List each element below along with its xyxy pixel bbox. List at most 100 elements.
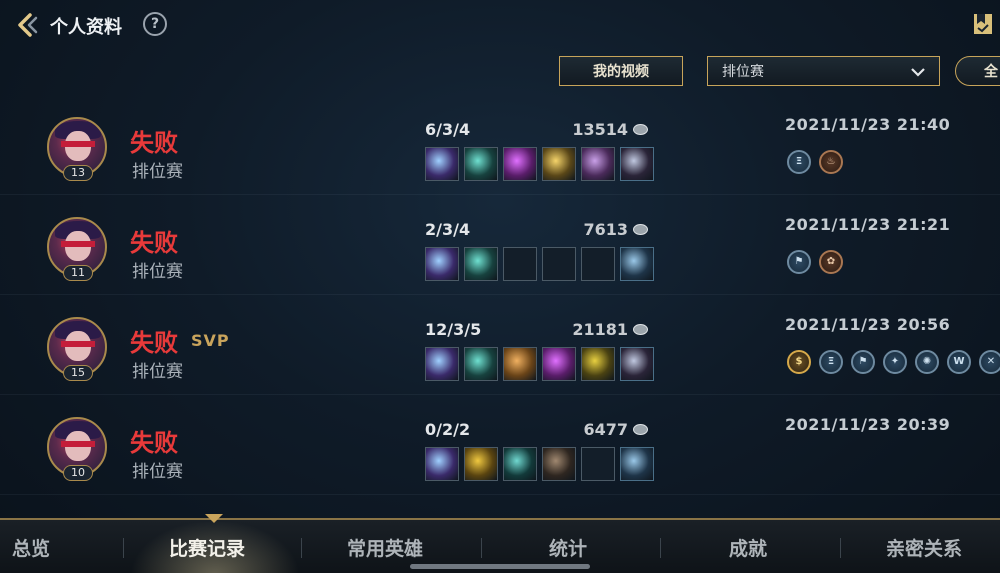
tab-overview[interactable]: 总览 [12,534,50,561]
kda-score: 12/3/5 [425,320,482,339]
empty-item-slot [581,447,615,481]
achievement-badge-icon: $ [787,350,811,374]
achievement-badge-icon: ✿ [819,250,843,274]
match-row[interactable]: 11 失败 排位赛 2/3/4 7613 2021/11/23 21:21 ⚑ ✿ [0,195,1000,295]
nav-divider [481,538,482,558]
gold-coin-icon [633,424,648,435]
achievement-badge-icon: ✺ [915,350,939,374]
gold-coin-icon [633,224,648,235]
hero-level-badge: 15 [63,365,93,381]
match-datetime: 2021/11/23 20:39 [785,415,951,434]
back-arrow-icon[interactable] [12,10,42,40]
item-icon [464,147,498,181]
gold-coin-icon [633,124,648,135]
hero-level-badge: 10 [63,465,93,481]
kda-score: 0/2/2 [425,420,471,439]
match-datetime: 2021/11/23 20:56 [785,315,951,334]
match-result: 失败 [130,329,178,357]
active-tab-pointer-icon [205,514,223,523]
mode-select[interactable]: 排位赛 [707,56,940,86]
page-title: 个人资料 [50,17,122,38]
tab-statistics[interactable]: 统计 [549,534,587,561]
item-icon [464,247,498,281]
match-row[interactable]: 10 失败 排位赛 0/2/2 6477 2021/11/23 20:39 [0,395,1000,495]
achievement-badges: Ξ ♨ [787,150,843,174]
item-icon [542,147,576,181]
gold-earned: 6477 [583,420,628,439]
bottom-nav: 总览 比赛记录 常用英雄 统计 成就 亲密关系 [0,514,1000,573]
empty-item-slot [542,247,576,281]
gold-earned: 13514 [572,120,628,139]
nav-divider [301,538,302,558]
empty-item-slot [581,247,615,281]
item-icon [581,147,615,181]
trinket-item-icon [620,347,654,381]
hero-level-badge: 11 [63,265,93,281]
achievement-badge-icon: ✦ [883,350,907,374]
item-icon [425,347,459,381]
achievement-badge-icon: W [947,350,971,374]
item-icon [425,147,459,181]
item-icon [464,347,498,381]
item-icon [503,347,537,381]
match-datetime: 2021/11/23 21:21 [785,215,951,234]
kda-score: 2/3/4 [425,220,471,239]
item-icon [464,447,498,481]
nav-divider [840,538,841,558]
home-indicator[interactable] [410,564,590,569]
item-build [425,347,654,381]
bookmark-icon[interactable] [972,12,994,36]
match-result: 失败 [130,429,178,457]
match-mode: 排位赛 [132,162,183,182]
gold-earned: 21181 [572,320,628,339]
nav-divider [660,538,661,558]
match-result: 失败 [130,129,178,157]
achievement-badge-icon: ♨ [819,150,843,174]
trinket-item-icon [620,447,654,481]
my-videos-button[interactable]: 我的视频 [559,56,683,86]
achievement-badge-icon: Ξ [819,350,843,374]
match-row[interactable]: 13 失败 排位赛 6/3/4 13514 2021/11/23 21:40 Ξ… [0,95,1000,195]
match-mode: 排位赛 [132,462,183,482]
gold-coin-icon [633,324,648,335]
trinket-item-icon [620,147,654,181]
achievement-badge-icon: ⚑ [851,350,875,374]
svp-label: SVP [191,331,230,350]
tab-achievements[interactable]: 成就 [729,534,767,561]
nav-divider [123,538,124,558]
trinket-item-icon [620,247,654,281]
chevron-down-icon [911,65,925,77]
kda-score: 6/3/4 [425,120,471,139]
top-bar: 个人资料 ? [0,0,1000,50]
item-icon [542,347,576,381]
match-row[interactable]: 15 失败 SVP 排位赛 12/3/5 21181 2021/11/23 20… [0,295,1000,395]
mode-select-value: 排位赛 [722,64,764,80]
question-icon[interactable]: ? [143,12,167,36]
achievement-badges: $ Ξ ⚑ ✦ ✺ W ✕ [787,350,1000,374]
item-icon [503,147,537,181]
item-icon [425,447,459,481]
tab-relationships[interactable]: 亲密关系 [886,534,962,561]
achievement-badge-icon: ✕ [979,350,1000,374]
tab-favorite-heroes[interactable]: 常用英雄 [347,534,423,561]
match-result: 失败 [130,229,178,257]
item-icon [425,247,459,281]
match-history-list: 13 失败 排位赛 6/3/4 13514 2021/11/23 21:40 Ξ… [0,95,1000,515]
gold-earned: 7613 [583,220,628,239]
all-filter-button[interactable]: 全 [955,56,1000,86]
achievement-badges: ⚑ ✿ [787,250,843,274]
match-datetime: 2021/11/23 21:40 [785,115,951,134]
item-build [425,447,654,481]
item-icon [542,447,576,481]
achievement-badge-icon: Ξ [787,150,811,174]
item-icon [581,347,615,381]
empty-item-slot [503,247,537,281]
achievement-badge-icon: ⚑ [787,250,811,274]
tab-match-history[interactable]: 比赛记录 [169,534,245,561]
hero-level-badge: 13 [63,165,93,181]
match-mode: 排位赛 [132,262,183,282]
item-build [425,147,654,181]
item-icon [503,447,537,481]
match-mode: 排位赛 [132,362,183,382]
item-build [425,247,654,281]
